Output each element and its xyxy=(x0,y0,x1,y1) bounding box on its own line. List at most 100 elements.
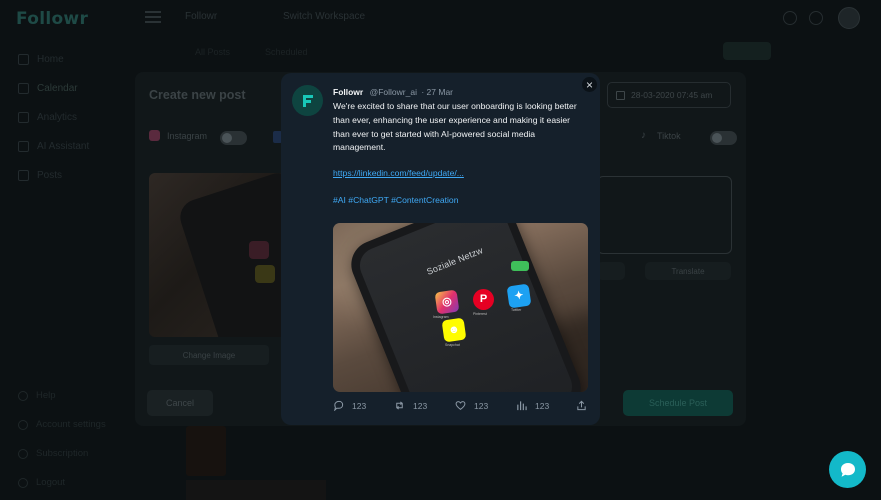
app-label: Pinterest xyxy=(473,312,487,316)
platform-label: Instagram xyxy=(167,130,208,141)
profile-avatar xyxy=(292,85,323,116)
sidebar-item-label: Logout xyxy=(36,477,66,488)
chat-bubble-icon xyxy=(840,462,855,477)
heart-icon xyxy=(455,401,466,410)
create-post-title: Create new post xyxy=(149,88,246,102)
user-avatar[interactable] xyxy=(838,7,860,29)
reply-count: 123 xyxy=(352,400,367,411)
tab-all-posts[interactable]: All Posts xyxy=(195,47,230,57)
card-icon xyxy=(18,448,28,459)
platform-tiktok: ♪ Tiktok xyxy=(641,130,681,141)
share-icon xyxy=(577,400,586,411)
reply-icon xyxy=(334,400,344,411)
bell-icon[interactable] xyxy=(783,11,797,25)
camera-glyph: ◎ xyxy=(441,295,453,309)
retweet-action[interactable]: 123 xyxy=(394,400,427,411)
calendar-icon xyxy=(616,90,625,100)
ghost-glyph: ☻ xyxy=(447,323,461,337)
sidebar-item-label: AI Assistant xyxy=(37,141,90,152)
app-label: Instagram xyxy=(433,315,449,319)
switch-workspace[interactable]: Switch Workspace xyxy=(283,11,365,22)
post-thumbnail[interactable] xyxy=(186,426,226,476)
schedule-date-value: 28-03-2020 07:45 am xyxy=(631,90,713,100)
bird-glyph: ✦ xyxy=(513,289,525,303)
sidebar-item-home[interactable]: Home xyxy=(18,54,64,65)
retweet-icon xyxy=(396,401,403,410)
posts-icon xyxy=(18,170,29,181)
sidebar-item-help[interactable]: Help xyxy=(18,390,56,401)
p-glyph: P xyxy=(479,293,488,305)
author-name: Followr xyxy=(333,87,364,97)
sidebar-item-logout[interactable]: Logout xyxy=(18,477,65,488)
phone-screen xyxy=(354,223,578,392)
views-count: 123 xyxy=(535,400,550,411)
help-icon xyxy=(18,390,28,401)
sidebar-item-subscription[interactable]: Subscription xyxy=(18,448,88,459)
new-post-button[interactable] xyxy=(723,42,771,60)
followr-logo-icon xyxy=(302,94,313,107)
reply-action[interactable]: 123 xyxy=(333,400,366,411)
sparkle-icon xyxy=(18,141,29,152)
tiktok-toggle[interactable] xyxy=(710,131,737,145)
bar-chart-icon xyxy=(517,401,527,411)
platform-instagram: Instagram xyxy=(149,130,207,141)
schedule-post-button[interactable]: Schedule Post xyxy=(623,390,733,416)
post-link[interactable]: https://linkedin.com/feed/update/... xyxy=(333,168,464,178)
app-shape xyxy=(255,265,275,283)
sidebar-item-ai-assistant[interactable]: AI Assistant xyxy=(18,141,89,152)
home-icon xyxy=(18,54,29,65)
cancel-button[interactable]: Cancel xyxy=(147,390,213,416)
chat-support-button[interactable] xyxy=(829,451,866,488)
instagram-app-icon: ◎ xyxy=(434,289,460,315)
sidebar-item-label: Help xyxy=(36,390,56,401)
tone-button[interactable] xyxy=(597,262,625,280)
app-label: Snapchat xyxy=(445,343,460,347)
workspace-name[interactable]: Followr xyxy=(185,11,217,22)
platform-label: Tiktok xyxy=(657,130,681,141)
share-action[interactable] xyxy=(576,400,587,411)
menu-icon[interactable] xyxy=(145,11,161,23)
views-action[interactable]: 123 xyxy=(516,400,549,411)
post-image: Soziale Netzw ◎ Instagram P Pinterest ✦ … xyxy=(333,223,588,392)
instagram-icon xyxy=(149,130,160,141)
post-image xyxy=(149,173,299,337)
tab-scheduled[interactable]: Scheduled xyxy=(265,47,308,57)
change-image-button[interactable]: Change Image xyxy=(149,345,269,365)
top-bar: Followr Followr Switch Workspace xyxy=(0,0,881,36)
app-label: Twitter xyxy=(511,308,522,312)
snapchat-app-icon: ☻ xyxy=(441,317,467,343)
post-thumbnail-row[interactable] xyxy=(186,480,326,500)
app-shape xyxy=(249,241,269,259)
post-text: We're excited to share that our user onb… xyxy=(333,101,577,153)
moon-icon[interactable] xyxy=(809,11,823,25)
sidebar-item-label: Account settings xyxy=(36,419,106,430)
gear-icon xyxy=(18,419,28,430)
calendar-icon xyxy=(18,83,29,94)
sidebar-item-calendar[interactable]: Calendar xyxy=(18,83,78,94)
like-count: 123 xyxy=(474,400,489,411)
sidebar-item-label: Posts xyxy=(37,170,63,181)
translate-button[interactable]: Translate xyxy=(645,262,731,280)
like-action[interactable]: 123 xyxy=(455,400,488,411)
caption-textarea[interactable] xyxy=(597,176,732,254)
sidebar-item-label: Calendar xyxy=(37,83,78,94)
app-logo: Followr xyxy=(16,9,89,29)
schedule-date-field[interactable]: 28-03-2020 07:45 am xyxy=(607,82,731,108)
sidebar-item-posts[interactable]: Posts xyxy=(18,170,62,181)
post-header: Followr @Followr_ai · 27 Mar xyxy=(333,87,453,97)
sidebar-item-account-settings[interactable]: Account settings xyxy=(18,419,106,430)
close-icon[interactable]: × xyxy=(582,77,597,92)
instagram-toggle[interactable] xyxy=(220,131,247,145)
post-preview-modal: × Followr @Followr_ai · 27 Mar We're exc… xyxy=(281,73,600,425)
phone-shape xyxy=(344,223,588,392)
post-date: · 27 Mar xyxy=(421,87,454,97)
post-actions: 123 123 123 123 xyxy=(333,400,589,414)
sidebar-item-label: Home xyxy=(37,54,64,65)
sidebar-item-label: Subscription xyxy=(36,448,89,459)
twitter-app-icon: ✦ xyxy=(506,283,532,309)
pinterest-app-icon: P xyxy=(473,289,494,310)
toggle-icon xyxy=(511,261,529,271)
sidebar-item-analytics[interactable]: Analytics xyxy=(18,112,77,123)
sidebar-item-label: Analytics xyxy=(37,112,78,123)
post-hashtags[interactable]: #AI #ChatGPT #ContentCreation xyxy=(333,195,458,205)
